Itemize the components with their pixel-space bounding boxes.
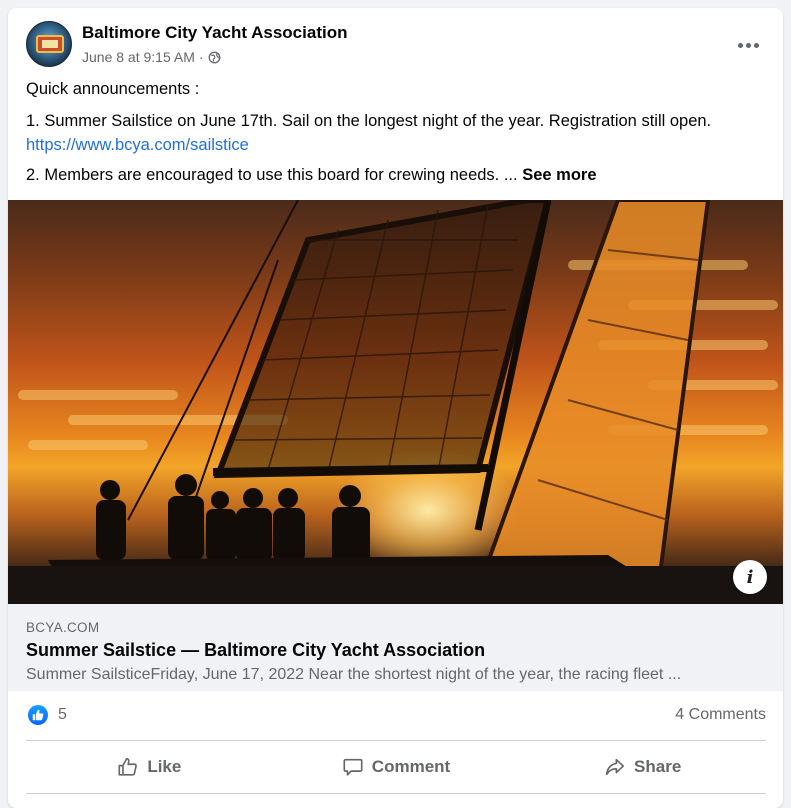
page-avatar[interactable]	[26, 21, 72, 67]
post-meta: June 8 at 9:15 AM ·	[82, 49, 221, 65]
post-header: Baltimore City Yacht Association June 8 …	[26, 21, 766, 69]
link-preview[interactable]: BCYA.COM Summer Sailstice — Baltimore Ci…	[8, 604, 783, 691]
share-button[interactable]: Share	[519, 746, 766, 788]
sailboat-silhouette	[8, 200, 783, 604]
post-link[interactable]: https://www.bcya.com/sailstice	[26, 136, 249, 154]
post-text-line3-text: 2. Members are encouraged to use this bo…	[26, 166, 518, 184]
comment-button[interactable]: Comment	[273, 746, 520, 788]
comment-label: Comment	[371, 757, 451, 776]
post-card: Baltimore City Yacht Association June 8 …	[8, 8, 783, 808]
action-bar: Like Comment Share	[26, 746, 766, 788]
post-image[interactable]: i	[8, 200, 783, 604]
comment-icon	[343, 758, 363, 776]
meta-separator: ·	[198, 49, 204, 65]
like-button[interactable]: Like	[26, 746, 273, 788]
post-stats: 5 4 Comments	[26, 702, 766, 730]
divider	[26, 793, 766, 794]
like-reaction-icon[interactable]	[28, 705, 48, 725]
link-preview-description: Summer SailsticeFriday, June 17, 2022 Ne…	[26, 666, 682, 683]
comments-count[interactable]: 4 Comments	[675, 706, 766, 724]
link-preview-domain: BCYA.COM	[26, 620, 100, 635]
globe-icon	[208, 51, 220, 63]
info-icon[interactable]: i	[733, 560, 767, 594]
page-name[interactable]: Baltimore City Yacht Association	[82, 23, 347, 43]
post-timestamp[interactable]: June 8 at 9:15 AM	[82, 49, 195, 65]
post-link-line: https://www.bcya.com/sailstice	[26, 134, 771, 156]
thumbs-up-icon	[118, 757, 138, 776]
reaction-count[interactable]: 5	[58, 706, 67, 724]
like-label: Like	[147, 757, 182, 776]
post-text-line3: 2. Members are encouraged to use this bo…	[26, 164, 771, 186]
share-arrow-icon	[605, 758, 625, 776]
divider	[26, 740, 766, 741]
post-text-line1: Quick announcements :	[26, 80, 200, 98]
share-label: Share	[634, 757, 682, 776]
more-options-icon[interactable]	[730, 35, 766, 55]
post-text-line2: 1. Summer Sailstice on June 17th. Sail o…	[26, 112, 712, 130]
see-more-link[interactable]: See more	[522, 166, 596, 184]
link-preview-title[interactable]: Summer Sailstice — Baltimore City Yacht …	[26, 640, 485, 661]
